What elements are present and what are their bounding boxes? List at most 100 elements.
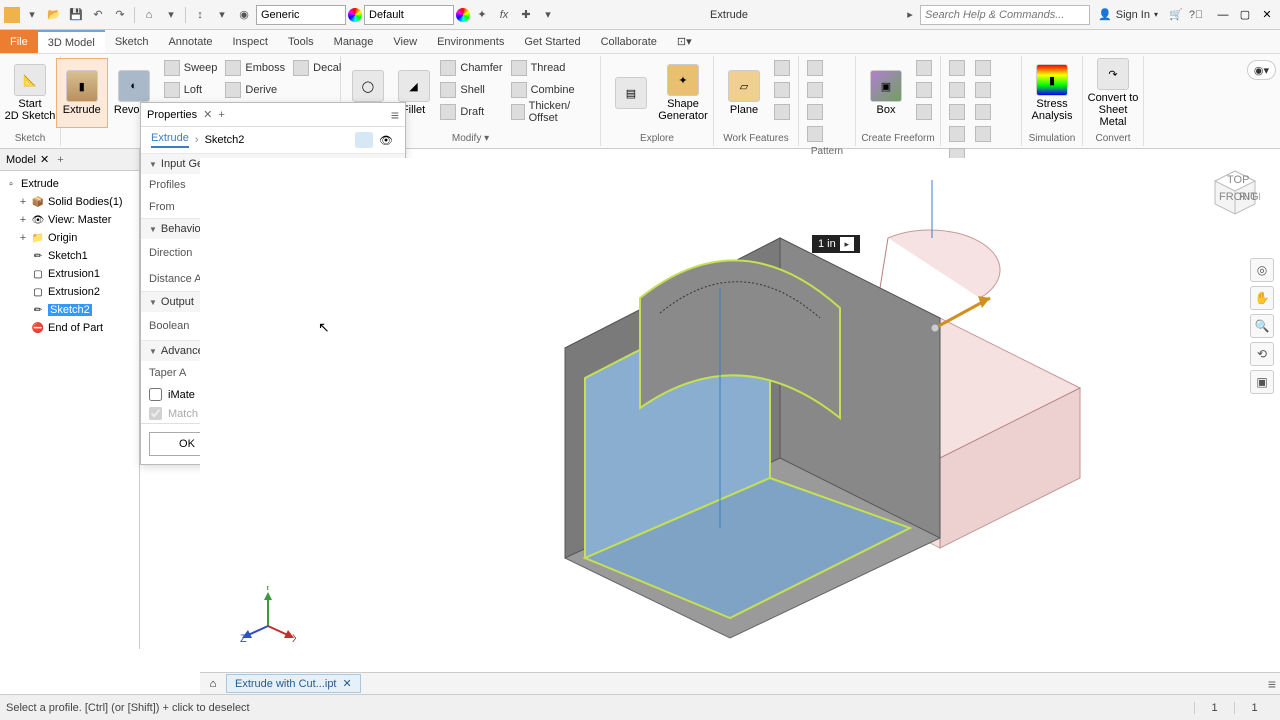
orbit-icon[interactable]: ⟲ xyxy=(1250,342,1274,366)
viewport[interactable]: 1 in ▸ ↖ TOP FRONT RIGHT ◎ ✋ 🔍 ⟲ ▣ Y X Z xyxy=(200,158,1280,672)
chamfer-button[interactable]: Chamfer xyxy=(436,58,506,78)
signin-button[interactable]: 👤 Sign In ▾ xyxy=(1098,8,1158,21)
extrude-button[interactable]: ▮Extrude xyxy=(56,58,108,128)
tree-node[interactable]: +📦Solid Bodies(1) xyxy=(16,193,137,211)
tab-tools[interactable]: Tools xyxy=(278,30,324,53)
tree-node[interactable]: +📁Origin xyxy=(16,229,137,247)
minimize-button[interactable]: — xyxy=(1214,6,1232,24)
tree-node[interactable]: ▢Extrusion2 xyxy=(16,283,137,301)
dimension-callout[interactable]: 1 in ▸ xyxy=(812,235,860,253)
panel-close-icon[interactable]: ✕ xyxy=(203,108,212,121)
help-icon[interactable]: ?⃝ xyxy=(1186,5,1206,25)
doc-tab-close-icon[interactable]: ✕ xyxy=(343,677,352,690)
imate-checkbox[interactable] xyxy=(149,388,162,401)
app-icon[interactable] xyxy=(4,7,20,23)
team-icon[interactable]: ▾ xyxy=(161,5,181,25)
ribbon-options-button[interactable]: ◉▾ xyxy=(1247,60,1276,80)
add-icon[interactable]: ✚ xyxy=(516,5,536,25)
panel-menu-icon[interactable]: ≡ xyxy=(391,107,399,123)
surf5[interactable] xyxy=(945,102,969,122)
doc-tabs-menu-icon[interactable]: ≡ xyxy=(1268,676,1276,692)
mat-dropdown[interactable]: ▾ xyxy=(212,5,232,25)
tab-get-started[interactable]: Get Started xyxy=(514,30,590,53)
decal-button[interactable]: Decal xyxy=(289,58,345,78)
tree-node[interactable]: ⛔End of Part xyxy=(16,319,137,337)
color-picker-icon-2[interactable] xyxy=(456,8,470,22)
help-search-input[interactable] xyxy=(920,5,1090,25)
zoom-icon[interactable]: 🔍 xyxy=(1250,314,1274,338)
direction-arrow[interactable] xyxy=(931,296,990,332)
point-button[interactable] xyxy=(770,80,794,100)
select-icon[interactable]: ↕ xyxy=(190,5,210,25)
preview-icon[interactable] xyxy=(355,132,373,148)
tree-node[interactable]: ✏Sketch1 xyxy=(16,247,137,265)
tab-3d-model[interactable]: 3D Model xyxy=(38,30,105,53)
pattern-circ-button[interactable] xyxy=(803,102,827,122)
pattern-rect-button[interactable] xyxy=(803,58,827,78)
fx-icon[interactable]: fx xyxy=(494,5,514,25)
convert-sheet-metal-button[interactable]: ↷Convert to Sheet Metal xyxy=(1087,58,1139,128)
steering-wheel-icon[interactable]: ◎ xyxy=(1250,258,1274,282)
material-style-combo[interactable]: Generic xyxy=(256,5,346,25)
ff1-button[interactable] xyxy=(912,58,936,78)
panel-add-icon[interactable]: + xyxy=(218,109,224,121)
ucs-button[interactable] xyxy=(770,102,794,122)
maximize-button[interactable]: ▢ xyxy=(1236,6,1254,24)
color-picker-icon[interactable] xyxy=(348,8,362,22)
close-button[interactable]: ✕ xyxy=(1258,6,1276,24)
home-icon[interactable]: ⌂ xyxy=(139,5,159,25)
start-2d-sketch-button[interactable]: 📐Start 2D Sketch xyxy=(4,58,56,128)
combine-button[interactable]: Combine xyxy=(507,80,596,100)
tab-extra[interactable]: ⊡▾ xyxy=(667,30,702,53)
surf7[interactable] xyxy=(945,124,969,144)
eye-icon[interactable]: 👁 xyxy=(377,132,395,148)
surf3[interactable] xyxy=(945,80,969,100)
thread-button[interactable]: Thread xyxy=(507,58,596,78)
loft-button[interactable]: Loft xyxy=(160,80,222,100)
pan-icon[interactable]: ✋ xyxy=(1250,286,1274,310)
breadcrumb-extrude[interactable]: Extrude xyxy=(151,132,189,148)
surf8[interactable] xyxy=(971,124,995,144)
dim-expand-icon[interactable]: ▸ xyxy=(840,237,854,251)
tree-node[interactable]: ✏Sketch2 xyxy=(16,301,137,319)
tree-node[interactable]: +👁View: Master xyxy=(16,211,137,229)
tab-annotate[interactable]: Annotate xyxy=(158,30,222,53)
redo-icon[interactable]: ↷ xyxy=(110,5,130,25)
doc-tab[interactable]: Extrude with Cut...ipt✕ xyxy=(226,674,361,693)
browser-add-icon[interactable]: + xyxy=(57,154,63,166)
sweep-button[interactable]: Sweep xyxy=(160,58,222,78)
search-go-icon[interactable]: ▸ xyxy=(900,5,920,25)
undo-icon[interactable]: ↶ xyxy=(88,5,108,25)
presets-button[interactable]: ▤ xyxy=(605,58,657,128)
sphere-icon[interactable]: ◉ xyxy=(234,5,254,25)
shape-generator-button[interactable]: ✦Shape Generator xyxy=(657,58,709,128)
tab-view[interactable]: View xyxy=(383,30,427,53)
look-at-icon[interactable]: ▣ xyxy=(1250,370,1274,394)
tab-environments[interactable]: Environments xyxy=(427,30,514,53)
app-store-icon[interactable]: 🛒 xyxy=(1166,5,1186,25)
breadcrumb-sketch[interactable]: Sketch2 xyxy=(205,134,245,146)
mirror-button[interactable] xyxy=(803,80,827,100)
new-icon[interactable]: ▾ xyxy=(22,5,42,25)
home-tab-icon[interactable]: ⌂ xyxy=(204,675,222,693)
qat-customize[interactable]: ▾ xyxy=(538,5,558,25)
tab-file[interactable]: File xyxy=(0,30,38,53)
plane-button[interactable]: ▱Plane xyxy=(718,58,770,128)
tab-sketch[interactable]: Sketch xyxy=(105,30,159,53)
tab-inspect[interactable]: Inspect xyxy=(223,30,278,53)
browser-close-icon[interactable]: ✕ xyxy=(40,153,49,166)
settings-icon[interactable]: ✦ xyxy=(472,5,492,25)
box-button[interactable]: ▣Box xyxy=(860,58,912,128)
shell-button[interactable]: Shell xyxy=(436,80,506,100)
thicken-button[interactable]: Thicken/ Offset xyxy=(507,102,596,122)
surf1[interactable] xyxy=(945,58,969,78)
surf6[interactable] xyxy=(971,102,995,122)
surf2[interactable] xyxy=(971,58,995,78)
ff2-button[interactable] xyxy=(912,80,936,100)
tree-root[interactable]: ▫Extrude xyxy=(2,175,137,193)
save-icon[interactable]: 💾 xyxy=(66,5,86,25)
ff3-button[interactable] xyxy=(912,102,936,122)
pattern-sketch-button[interactable] xyxy=(803,124,827,144)
tree-node[interactable]: ▢Extrusion1 xyxy=(16,265,137,283)
draft-button[interactable]: Draft xyxy=(436,102,506,122)
